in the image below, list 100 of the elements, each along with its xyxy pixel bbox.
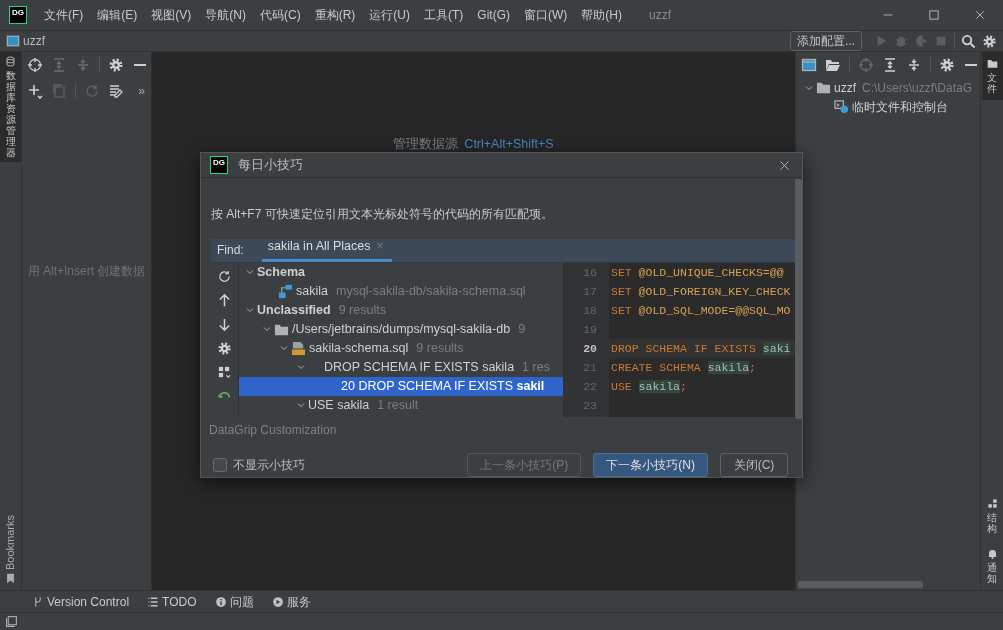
structure-tab[interactable]: 结构 [986, 498, 998, 534]
collapse-all-icon[interactable] [906, 57, 922, 73]
console-icon [834, 99, 849, 114]
project-name[interactable]: uzzf [23, 32, 45, 50]
result-row[interactable]: USE sakila 1 result [239, 395, 563, 415]
dialog-title: 每日小技巧 [238, 156, 303, 174]
refresh-icon[interactable] [217, 268, 232, 284]
file-path: mysql-sakila-db/sakila-schema.sql [335, 282, 526, 300]
dialog-button[interactable]: 关闭(C) [720, 453, 788, 477]
project-icon[interactable] [6, 34, 20, 48]
maximize-icon[interactable] [928, 9, 940, 21]
tool-window-button[interactable]: 问题 [214, 592, 254, 611]
database-explorer-tab[interactable]: 数据库资源管理器 [0, 52, 21, 162]
settings-icon[interactable] [982, 33, 997, 49]
info-icon [214, 595, 227, 608]
settings-icon[interactable] [108, 57, 124, 73]
menu-item[interactable]: Git(G) [470, 6, 517, 24]
down-arrow-icon[interactable] [217, 316, 232, 332]
result-row[interactable]: 20 DROP SCHEMA IF EXISTS sakil [239, 376, 563, 396]
tool-label: Version Control [47, 593, 130, 611]
tool-label: 服务 [286, 593, 311, 611]
result-row[interactable]: DROP SCHEMA IF EXISTS sakila 1 res [239, 357, 563, 377]
menu-item[interactable]: 视图(V) [144, 6, 199, 24]
menu-item[interactable]: 工具(T) [417, 6, 471, 24]
stop-icon[interactable] [934, 34, 948, 48]
tool-windows-icon[interactable] [5, 615, 18, 628]
data-source-properties-icon[interactable] [108, 83, 124, 99]
up-arrow-icon[interactable] [217, 292, 232, 308]
checkbox[interactable] [213, 458, 227, 472]
result-count: 9 [518, 320, 526, 338]
file-path: C:\Users\uzzf\DataG [862, 79, 973, 97]
tab-label: 文件 [987, 72, 997, 94]
bookmarks-tab[interactable]: Bookmarks [2, 514, 19, 590]
project-view-icon[interactable] [801, 57, 817, 73]
tab-label: 结构 [987, 512, 997, 534]
folder-icon [986, 58, 998, 69]
result-row[interactable]: Schema [239, 262, 563, 282]
menu-item[interactable]: 帮助(H) [574, 6, 629, 24]
scrollbar[interactable] [795, 179, 802, 419]
result-row[interactable]: Unclassified 9 results [239, 300, 563, 320]
result-count: 9 results [416, 339, 464, 357]
tool-window-button[interactable]: Version Control [32, 592, 130, 611]
close-icon[interactable] [777, 158, 791, 172]
dialog-button[interactable]: 下一条小技巧(N) [593, 453, 708, 477]
bookmark-icon [5, 573, 16, 584]
settings-icon[interactable] [939, 57, 955, 73]
tool-window-button[interactable]: TODO [147, 592, 197, 611]
menu-item[interactable]: 运行(U) [362, 6, 417, 24]
scrollbar[interactable] [798, 581, 923, 588]
add-icon[interactable] [27, 83, 43, 99]
folder-icon [816, 80, 831, 95]
result-text: Unclassified [257, 301, 331, 319]
project-tab[interactable]: 文件 [981, 52, 1003, 100]
settings-icon[interactable] [217, 340, 232, 356]
coverage-icon[interactable] [914, 34, 928, 48]
result-text: 20 DROP SCHEMA IF EXISTS sakil [341, 377, 545, 395]
find-tab[interactable]: sakila in All Places × [261, 238, 392, 262]
close-icon[interactable] [974, 9, 986, 21]
result-text: /Users/jetbrains/dumps/mysql-sakila-db [292, 320, 511, 338]
search-icon[interactable] [961, 33, 976, 49]
sql-file-icon [291, 340, 306, 356]
bell-icon [986, 548, 998, 559]
result-count: 1 res [522, 358, 550, 376]
open-folder-icon[interactable] [825, 57, 841, 73]
app-logo: DG [9, 6, 27, 24]
tool-window-button[interactable]: 服务 [271, 592, 311, 611]
tip-text: 按 Alt+F7 可快速定位引用文本光标处符号的代码的所有匹配项。 [211, 206, 554, 223]
checkbox-label[interactable]: 不显示小技巧 [233, 456, 305, 474]
menu-item[interactable]: 重构(R) [307, 6, 363, 24]
duplicate-icon[interactable] [51, 83, 67, 99]
result-count: 1 result [377, 396, 419, 414]
result-text: Schema [257, 263, 305, 281]
notifications-tab[interactable]: 通知 [986, 548, 998, 584]
debug-icon[interactable] [894, 34, 908, 48]
result-row[interactable]: /Users/jetbrains/dumps/mysql-sakila-db 9 [239, 319, 563, 339]
find-label: Find: [217, 241, 244, 259]
result-text: sakila-schema.sql [309, 339, 409, 357]
database-icon [5, 56, 16, 67]
expand-all-icon[interactable] [882, 57, 898, 73]
schema-icon [278, 283, 293, 299]
add-configuration-button[interactable]: 添加配置... [790, 31, 862, 51]
group-icon[interactable] [217, 364, 232, 380]
menu-item[interactable]: 编辑(E) [90, 6, 145, 24]
menu-item[interactable]: 文件(F) [37, 6, 91, 24]
result-text: DROP SCHEMA IF EXISTS sakila [324, 358, 515, 376]
result-text: USE sakila [308, 396, 370, 414]
result-row[interactable]: sakila mysql-sakila-db/sakila-schema.sql [239, 281, 563, 301]
tab-label: 通知 [987, 562, 997, 584]
more-button[interactable]: » [138, 82, 145, 100]
result-text: sakila [296, 282, 328, 300]
code-line: SET @OLD_FOREIGN_KEY_CHECK [611, 284, 791, 298]
tree-item[interactable]: uzzf [834, 78, 856, 97]
result-count: 9 results [338, 301, 386, 319]
menu-item[interactable]: 导航(N) [198, 6, 253, 24]
result-row[interactable]: sakila-schema.sql 9 results [239, 338, 563, 358]
code-line: SET @OLD_SQL_MODE=@@SQL_MO [611, 303, 791, 317]
menu-item[interactable]: 窗口(W) [517, 6, 575, 24]
tool-label: TODO [162, 593, 197, 611]
menu-item[interactable]: 代码(C) [253, 6, 308, 24]
tree-item[interactable]: 临时文件和控制台 [852, 97, 948, 116]
